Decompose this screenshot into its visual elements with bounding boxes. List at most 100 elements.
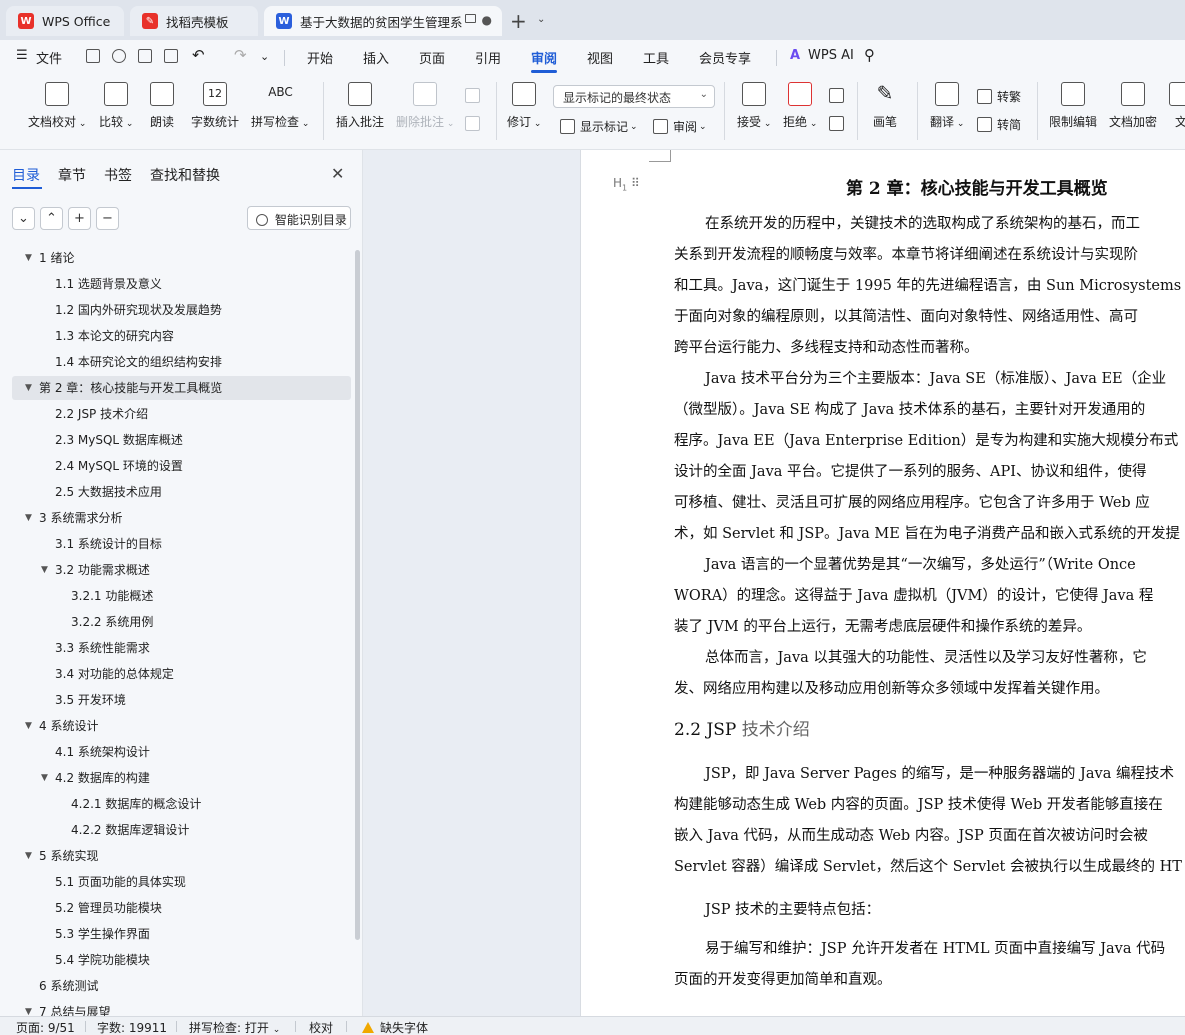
read-aloud-button[interactable]: 朗读 (150, 82, 174, 130)
new-tab-icon[interactable]: + (510, 9, 527, 33)
menu-start[interactable]: 开始 (307, 48, 333, 67)
doc-more-button[interactable]: 文 (1169, 82, 1185, 130)
expand-all-button[interactable]: ⌄ (12, 207, 35, 230)
toc-item[interactable]: ▼ 7 总结与展望 (12, 1000, 351, 1016)
toc-item[interactable]: ▼ 5 系统实现 (12, 844, 351, 868)
next-comment-icon[interactable] (465, 116, 485, 131)
track-changes-button[interactable]: 修订 (507, 82, 541, 130)
toc-item[interactable]: 5.4 学院功能模块 (12, 948, 351, 972)
chevron-down-icon[interactable]: ⌄ (537, 14, 545, 25)
toc-item[interactable]: ▼ 3 系统需求分析 (12, 506, 351, 530)
word-count-button[interactable]: 12 字数统计 (191, 82, 239, 130)
toc-scrollbar[interactable] (355, 250, 360, 940)
toc-item[interactable]: 2.4 MySQL 环境的设置 (12, 454, 351, 478)
menu-review[interactable]: 审阅 (531, 48, 557, 67)
translate-button[interactable]: 翻译 (930, 82, 964, 130)
missing-font-status[interactable]: 缺失字体 (362, 1019, 428, 1035)
expand-triangle-icon[interactable]: ▼ (41, 558, 48, 582)
toc-item[interactable]: 1.3 本论文的研究内容 (12, 324, 351, 348)
review-pane-button[interactable]: 审阅 ⌄ (653, 118, 707, 135)
monitor-icon[interactable] (465, 14, 476, 23)
tab-find-replace[interactable]: 查找和替换 (150, 165, 220, 185)
expand-triangle-icon[interactable]: ▼ (25, 714, 32, 738)
toc-item[interactable]: 4.2.2 数据库逻辑设计 (12, 818, 351, 842)
toc-item[interactable]: 3.1 系统设计的目标 (12, 532, 351, 556)
toc-item[interactable]: ▼ 4 系统设计 (12, 714, 351, 738)
menu-view[interactable]: 视图 (587, 48, 613, 67)
doc-encrypt-button[interactable]: 文档加密 (1109, 82, 1157, 130)
expand-triangle-icon[interactable]: ▼ (25, 376, 32, 400)
pen-button[interactable]: ✎ 画笔 (873, 82, 897, 130)
unsaved-dot-icon[interactable]: ● (482, 13, 492, 27)
remove-heading-button[interactable]: − (96, 207, 119, 230)
hamburger-icon[interactable]: ☰ (16, 48, 28, 63)
tab-wps-office[interactable]: W WPS Office (6, 6, 124, 36)
toc-item[interactable]: ▼ 4.2 数据库的构建 (12, 766, 351, 790)
expand-triangle-icon[interactable]: ▼ (25, 1000, 32, 1016)
expand-triangle-icon[interactable]: ▼ (25, 506, 32, 530)
toc-item[interactable]: 5.3 学生操作界面 (12, 922, 351, 946)
toc-item[interactable]: 3.2.1 功能概述 (12, 584, 351, 608)
tab-sections[interactable]: 章节 (58, 165, 86, 185)
tab-bookmarks[interactable]: 书签 (104, 165, 132, 185)
toc-item[interactable]: 2.2 JSP 技术介绍 (12, 402, 351, 426)
to-simplified-button[interactable]: 转简 (977, 116, 1021, 133)
insert-comment-button[interactable]: 插入批注 (336, 82, 384, 130)
collapse-all-button[interactable]: ⌃ (40, 207, 63, 230)
save-icon[interactable] (86, 49, 100, 63)
toc-item[interactable]: 2.5 大数据技术应用 (12, 480, 351, 504)
toc-item[interactable]: 2.3 MySQL 数据库概述 (12, 428, 351, 452)
toc-item[interactable]: 1.1 选题背景及意义 (12, 272, 351, 296)
expand-triangle-icon[interactable]: ▼ (25, 844, 32, 868)
restrict-edit-button[interactable]: 限制编辑 (1049, 82, 1097, 130)
menu-tools[interactable]: 工具 (643, 48, 669, 67)
tab-toc[interactable]: 目录 (12, 165, 40, 185)
toc-item[interactable]: 3.3 系统性能需求 (12, 636, 351, 660)
toc-item[interactable]: 5.2 管理员功能模块 (12, 896, 351, 920)
toc-item[interactable]: 6 系统测试 (12, 974, 351, 998)
document-page[interactable]: H1 ⠿ 第 2 章：核心技能与开发工具概览 在系统开发的历程中，关键技术的选取… (580, 150, 1185, 1016)
redo-icon[interactable]: ↷ (234, 46, 247, 64)
heading-handle-icon[interactable]: H1 ⠿ (613, 176, 640, 192)
expand-triangle-icon[interactable]: ▼ (41, 766, 48, 790)
to-traditional-button[interactable]: 转繁 (977, 88, 1021, 105)
toc-item[interactable]: 1.2 国内外研究现状及发展趋势 (12, 298, 351, 322)
word-count-indicator[interactable]: 字数: 19911 (97, 1019, 167, 1035)
menu-wps-ai[interactable]: WPS AI (808, 48, 854, 63)
menu-member[interactable]: 会员专享 (699, 48, 751, 67)
toc-item[interactable]: 4.1 系统架构设计 (12, 740, 351, 764)
next-change-icon[interactable] (829, 116, 849, 131)
toc-item[interactable]: 5.1 页面功能的具体实现 (12, 870, 351, 894)
toc-item[interactable]: ▼ 3.2 功能需求概述 (12, 558, 351, 582)
spell-check-button[interactable]: ABC 拼写检查 (251, 82, 309, 130)
export-icon[interactable] (112, 49, 126, 63)
toc-item[interactable]: 3.2.2 系统用例 (12, 610, 351, 634)
toc-item[interactable]: 1.4 本研究论文的组织结构安排 (12, 350, 351, 374)
menu-references[interactable]: 引用 (475, 48, 501, 67)
toc-item[interactable]: 3.4 对功能的总体规定 (12, 662, 351, 686)
tab-current-document[interactable]: W 基于大数据的贫困学生管理系 ● (264, 6, 502, 36)
reject-button[interactable]: 拒绝 (783, 82, 817, 130)
tab-docer-templates[interactable]: ✎ 找稻壳模板 (130, 6, 258, 36)
show-markup-button[interactable]: 显示标记 ⌄ (560, 118, 638, 135)
toc-item[interactable]: ▼ 第 2 章：核心技能与开发工具概览 (12, 376, 351, 400)
menu-page[interactable]: 页面 (419, 48, 445, 67)
prev-change-icon[interactable] (829, 88, 849, 103)
accept-button[interactable]: 接受 (737, 82, 771, 130)
proofread-status[interactable]: 校对 (309, 1019, 333, 1035)
delete-comment-button[interactable]: 删除批注 (396, 82, 454, 130)
menu-insert[interactable]: 插入 (363, 48, 389, 67)
smart-toc-button[interactable]: 智能识别目录 (247, 206, 351, 230)
toc-item[interactable]: 4.2.1 数据库的概念设计 (12, 792, 351, 816)
spell-check-status[interactable]: 拼写检查: 打开 ⌄ (189, 1019, 280, 1035)
doc-check-button[interactable]: 文档校对 (28, 82, 86, 130)
expand-triangle-icon[interactable]: ▼ (25, 246, 32, 270)
print-preview-icon[interactable] (164, 49, 178, 63)
markup-state-select[interactable]: 显示标记的最终状态 ⌄ (553, 85, 715, 108)
page-indicator[interactable]: 页面: 9/51 (16, 1019, 75, 1035)
print-icon[interactable] (138, 49, 152, 63)
menu-file[interactable]: 文件 (36, 48, 62, 67)
add-heading-button[interactable]: + (68, 207, 91, 230)
search-icon[interactable]: ⚲ (864, 46, 875, 64)
toc-item[interactable]: 3.5 开发环境 (12, 688, 351, 712)
